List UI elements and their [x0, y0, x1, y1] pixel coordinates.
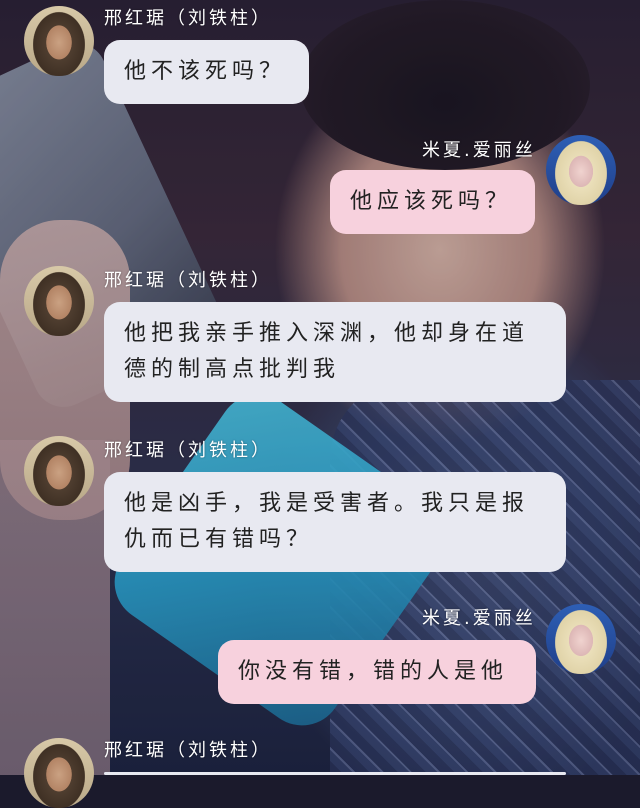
message-bubble[interactable]: 他应该死吗？	[330, 170, 535, 234]
message-bubble[interactable]: 你没有错，错的人是他	[218, 640, 536, 704]
sender-name: 邢红琚（刘铁柱）	[104, 740, 272, 761]
message-bubble[interactable]: 他不该死吗？	[104, 40, 309, 104]
sender-name: 邢红琚（刘铁柱）	[104, 8, 272, 29]
avatar[interactable]	[24, 266, 94, 336]
avatar[interactable]	[24, 6, 94, 76]
chat-thread: 邢红琚（刘铁柱） 他不该死吗？ 米夏.爱丽丝 他应该死吗？ 邢红琚（刘铁柱） 他…	[0, 0, 640, 808]
avatar[interactable]	[24, 436, 94, 506]
message-bubble[interactable]: 他把我亲手推入深渊，他却身在道德的制高点批判我	[104, 302, 566, 402]
avatar[interactable]	[546, 135, 616, 205]
sender-name: 邢红琚（刘铁柱）	[104, 440, 272, 461]
sender-name: 米夏.爱丽丝	[422, 608, 536, 629]
avatar[interactable]	[24, 738, 94, 808]
message-bubble[interactable]: 他是凶手，我是受害者。我只是报仇而已有错吗？	[104, 472, 566, 572]
avatar[interactable]	[546, 604, 616, 674]
sender-name: 米夏.爱丽丝	[422, 140, 536, 161]
sender-name: 邢红琚（刘铁柱）	[104, 270, 272, 291]
